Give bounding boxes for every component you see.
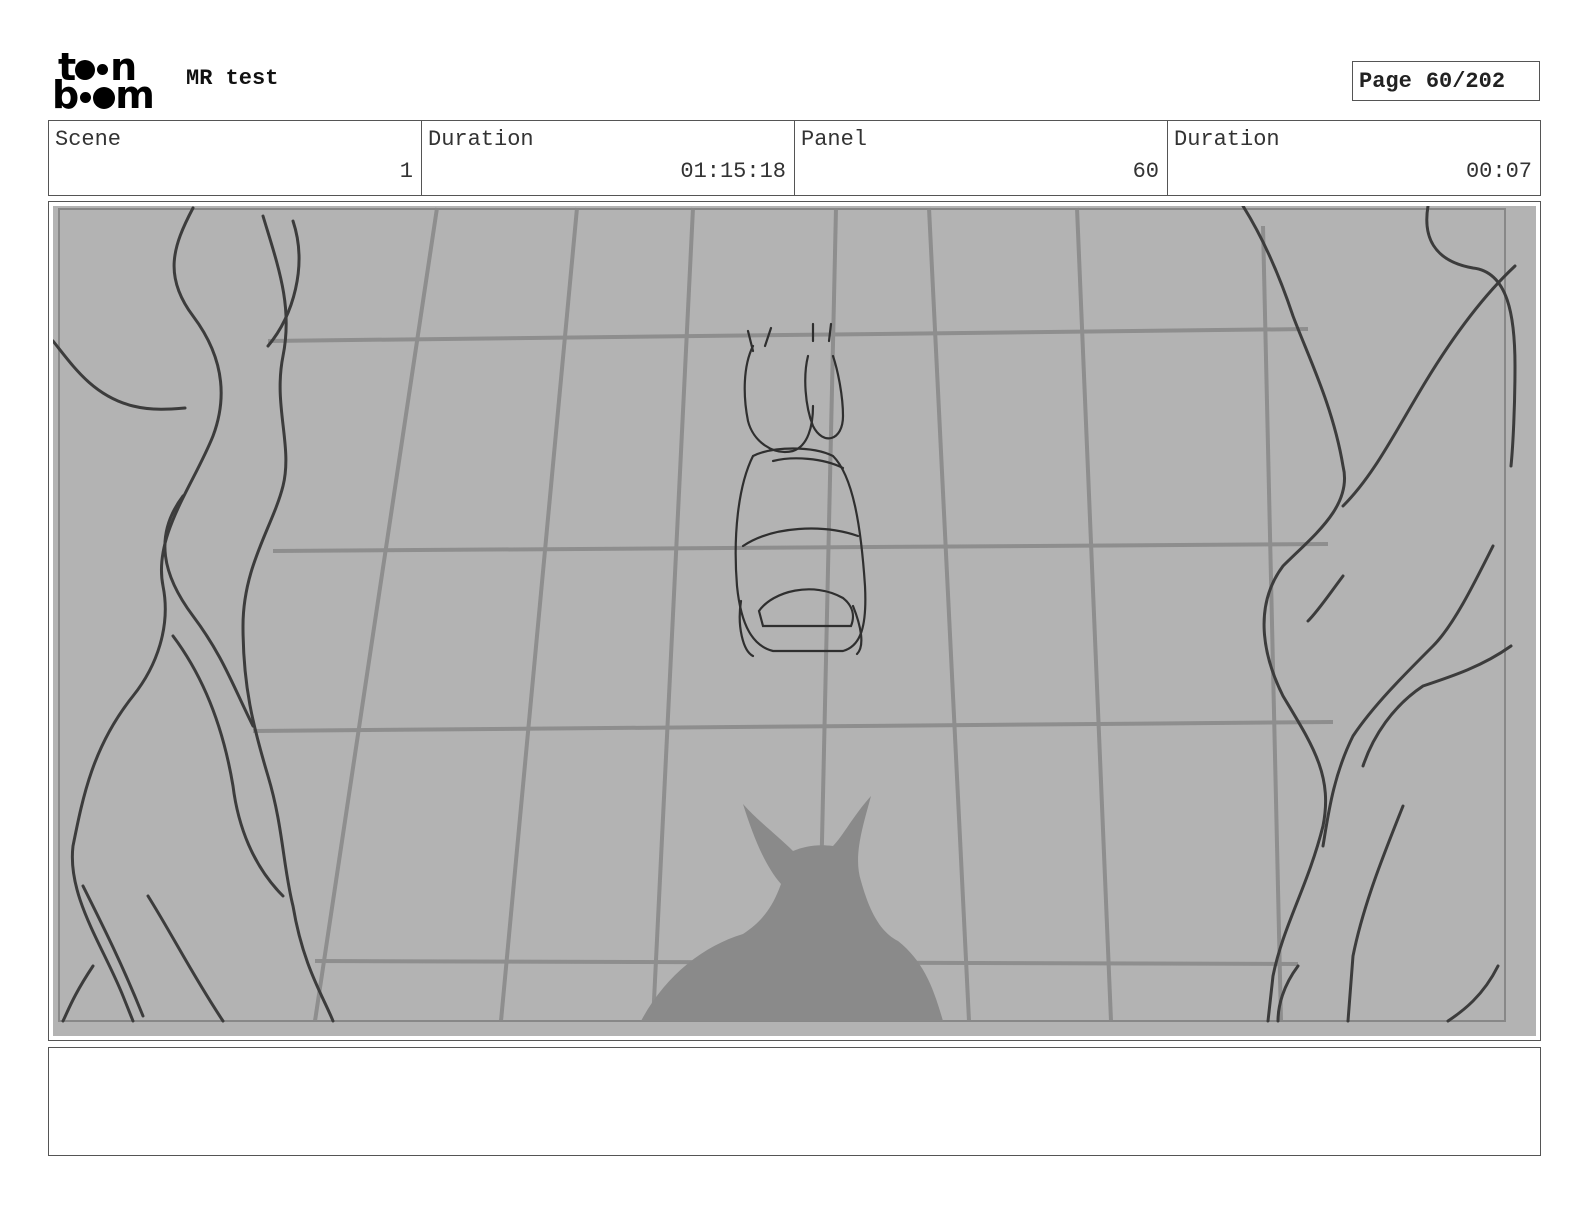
project-title: MR test: [186, 66, 279, 91]
toonboom-logo: tn bm: [52, 48, 164, 117]
panel-cell: Panel 60: [795, 121, 1168, 195]
panel-label: Panel: [801, 127, 868, 152]
storyboard-panel: [48, 201, 1541, 1041]
scene-cell: Scene 1: [49, 121, 422, 195]
page-label: Page: [1359, 68, 1412, 94]
scene-duration-cell: Duration 01:15:18: [422, 121, 795, 195]
logo-line-2: bm: [52, 73, 155, 117]
scene-info-table: Scene 1 Duration 01:15:18 Panel 60 Durat…: [48, 120, 1541, 196]
page-value: 60/202: [1425, 68, 1506, 94]
storyboard-sketch-icon: [53, 206, 1517, 1023]
panel-image: [53, 206, 1536, 1036]
panel-notes: [48, 1047, 1541, 1156]
panel-value: 60: [1132, 159, 1159, 184]
scene-duration-label: Duration: [428, 127, 534, 152]
scene-value: 1: [399, 159, 413, 184]
panel-duration-cell: Duration 00:07: [1168, 121, 1540, 195]
scene-label: Scene: [55, 127, 122, 152]
page-indicator: Page 60/202: [1352, 61, 1540, 101]
panel-duration-label: Duration: [1174, 127, 1280, 152]
panel-duration-value: 00:07: [1465, 159, 1532, 184]
scene-duration-value: 01:15:18: [680, 159, 786, 184]
